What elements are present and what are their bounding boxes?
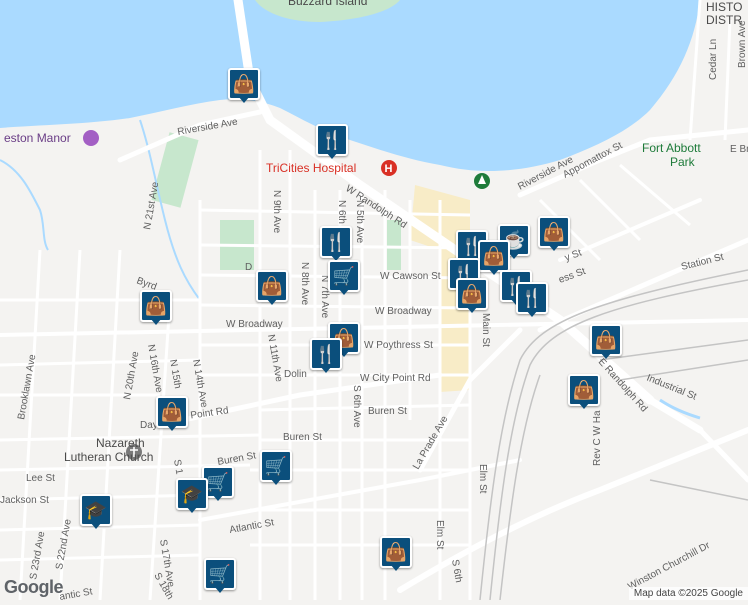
river-water: [0, 0, 700, 172]
stream-west: [0, 159, 49, 251]
fork-knife-icon: 🍴: [314, 344, 338, 364]
street-d-left: D: [245, 262, 252, 273]
shopping-bag-icon: 👜: [594, 330, 618, 350]
manor-icon: [83, 130, 99, 146]
restaurant-marker[interactable]: 🍴: [516, 282, 548, 318]
restaurant-marker[interactable]: 🍴: [310, 338, 342, 374]
svg-text:H: H: [385, 163, 393, 175]
street-w-broadway-e: W Broadway: [375, 306, 432, 317]
graduation-cap-icon: 🎓: [180, 484, 204, 504]
shopping-cart-icon: 🛒: [206, 472, 230, 492]
restaurant-marker[interactable]: 🍴: [316, 124, 348, 160]
shopping-bag-icon: 👜: [482, 246, 506, 266]
street-s-23rd: S 23rd Ave: [28, 530, 47, 580]
street-rev-cw-harris: Rev C W Ha: [592, 410, 603, 466]
map-canvas[interactable]: H Buzzard Island TriCities Hospital Fort…: [0, 0, 748, 603]
shopping-cart-marker[interactable]: 🛒: [260, 450, 292, 486]
shopping-cart-marker[interactable]: 🛒: [204, 558, 236, 594]
shopping-bag-icon: 👜: [460, 284, 484, 304]
shopping-cart-icon: 🛒: [264, 456, 288, 476]
shopping-bag-marker[interactable]: 👜: [538, 216, 570, 252]
street-la-prade: La Prade Ave: [411, 414, 451, 472]
street-n-6th: N 6th: [336, 200, 347, 224]
church-label-1: Nazareth: [96, 436, 145, 450]
street-jackson: Jackson St: [0, 495, 49, 506]
shopping-bag-marker[interactable]: 👜: [228, 68, 260, 104]
street-buren-e: Buren St: [368, 406, 407, 417]
shopping-bag-marker[interactable]: 👜: [140, 290, 172, 326]
shopping-bag-marker[interactable]: 👜: [156, 396, 188, 432]
map-attribution[interactable]: Map data ©2025 Google: [628, 587, 748, 600]
street-n-16th: N 16th Ave: [145, 344, 164, 394]
street-s-1: S 1: [171, 459, 185, 476]
street-s-22nd: S 22nd Ave: [54, 518, 74, 571]
school-marker[interactable]: 🎓: [80, 494, 112, 530]
street-n-21st: N 21st Ave: [142, 181, 161, 231]
street-elm-s: Elm St: [434, 520, 445, 550]
street-w-cawson: W Cawson St: [380, 271, 441, 282]
shopping-cart-icon: 🛒: [208, 564, 232, 584]
fork-knife-icon: 🍴: [324, 232, 348, 252]
street-atlantic-e: Atlantic St: [229, 517, 275, 536]
street-dolin: Dolin: [284, 369, 307, 380]
street-atlantic-w: antic St: [59, 586, 94, 600]
fork-knife-icon: 🍴: [520, 288, 544, 308]
school-marker[interactable]: 🎓: [176, 478, 208, 514]
island-label: Buzzard Island: [288, 0, 367, 8]
street-s-6th: S 6th Ave: [351, 385, 362, 428]
street-winston-churchill: Winston Churchill Dr: [626, 540, 712, 593]
park-label-1: Fort Abbott: [642, 141, 701, 155]
street-w-broadway-w: W Broadway: [226, 319, 283, 330]
street-buren-w: Buren St: [283, 432, 322, 443]
street-elm-n: Elm St: [477, 464, 488, 494]
map-base: H Buzzard Island TriCities Hospital Fort…: [0, 0, 748, 603]
shopping-bag-marker[interactable]: 👜: [256, 270, 288, 306]
shopping-bag-marker[interactable]: 👜: [590, 324, 622, 360]
street-e-broadway: E Br: [730, 144, 748, 155]
graduation-cap-icon: 🎓: [84, 500, 108, 520]
shopping-bag-icon: 👜: [542, 222, 566, 242]
church-label-2: Lutheran Church: [64, 450, 153, 464]
street-n-15th: N 15th: [167, 359, 183, 390]
shopping-bag-icon: 👜: [572, 380, 596, 400]
manor-label: eston Manor: [4, 131, 71, 145]
park-label-2: Park: [670, 155, 696, 169]
historic-label-1: HISTO: [706, 0, 742, 14]
shopping-bag-icon: 👜: [160, 402, 184, 422]
shopping-bag-icon: 👜: [260, 276, 284, 296]
street-n-8th: N 8th Ave: [299, 262, 310, 306]
street-s-6th-lower: S 6th: [449, 559, 464, 584]
street-main: Main St: [480, 313, 491, 347]
street-cedar: Cedar Ln: [708, 39, 719, 80]
street-ess: ess St: [557, 266, 587, 286]
street-w-poythress: W Poythress St: [364, 340, 433, 351]
shopping-bag-marker[interactable]: 👜: [380, 536, 412, 572]
street-n-20th: N 20th Ave: [122, 350, 141, 400]
shopping-bag-marker[interactable]: 👜: [568, 374, 600, 410]
street-e-randolph: E Randolph Rd: [596, 357, 650, 415]
street-station: Station St: [680, 252, 725, 273]
fork-knife-icon: 🍴: [320, 130, 344, 150]
restaurant-marker[interactable]: 🍴: [320, 226, 352, 262]
street-w-citypoint-e: W City Point Rd: [360, 373, 431, 384]
street-n-5th: N 5th Ave: [354, 200, 365, 244]
google-logo[interactable]: Google: [4, 577, 64, 598]
shopping-cart-marker[interactable]: 🛒: [328, 260, 360, 296]
street-n-9th: N 9th Ave: [271, 190, 282, 234]
shopping-bag-icon: 👜: [232, 74, 256, 94]
street-brown: Brown Ave: [737, 20, 748, 68]
street-lee: Lee St: [26, 473, 55, 484]
shopping-bag-icon: 👜: [384, 542, 408, 562]
street-n-14th: N 14th Ave: [190, 359, 209, 409]
shopping-bag-icon: 👜: [144, 296, 168, 316]
street-riverside-w: Riverside Ave: [177, 116, 239, 137]
shopping-bag-marker[interactable]: 👜: [456, 278, 488, 314]
shopping-cart-icon: 🛒: [332, 266, 356, 286]
hospital-label: TriCities Hospital: [266, 161, 356, 175]
